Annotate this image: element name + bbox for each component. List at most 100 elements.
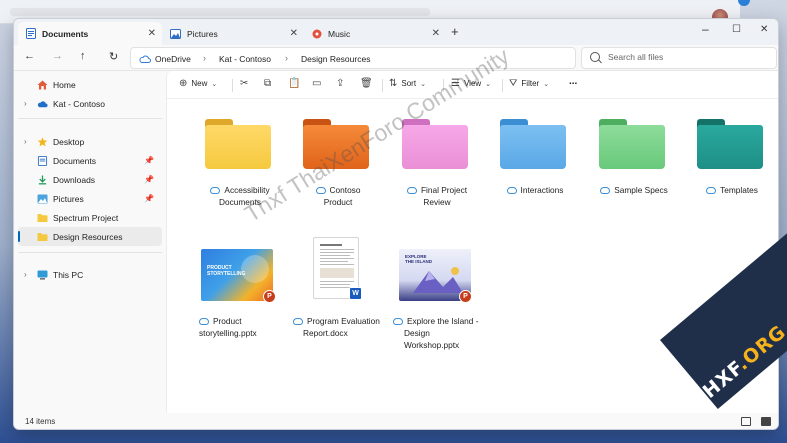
new-tab-icon[interactable]: + — [451, 24, 459, 39]
file-label[interactable]: Program Evaluation Report.docx — [285, 315, 395, 339]
more-options-button[interactable]: ... — [569, 76, 577, 87]
pin-icon[interactable]: 📌 — [144, 156, 154, 165]
folder-tile[interactable] — [402, 119, 468, 169]
close-tab-icon[interactable]: ✕ — [432, 28, 440, 39]
sidebar-item-kat-contoso[interactable]: › Kat - Contoso — [18, 94, 162, 113]
view-lines-icon: ☰ — [451, 78, 460, 89]
clipboard-icon: 📋 — [288, 78, 301, 89]
sidebar-item-documents[interactable]: Documents 📌 — [18, 151, 162, 170]
navigation-pane: Home › Kat - Contoso › Desktop Documents… — [14, 71, 166, 413]
word-icon: W — [349, 287, 362, 300]
chevron-right-icon[interactable]: › — [24, 137, 27, 146]
details-view-icon[interactable] — [741, 417, 751, 426]
rename-button[interactable]: ▭ — [312, 78, 321, 89]
search-input[interactable] — [608, 52, 768, 62]
refresh-icon[interactable]: ↻ — [109, 50, 118, 63]
close-tab-icon[interactable]: ✕ — [290, 28, 298, 39]
plus-circle-icon: ⊕ — [179, 78, 188, 89]
folder-body — [599, 125, 665, 169]
pictures-icon — [37, 194, 48, 203]
folder-tile[interactable] — [697, 119, 763, 169]
tab-documents[interactable]: Documents ✕ — [18, 22, 162, 45]
chevron-down-icon: ⌄ — [211, 80, 218, 88]
sidebar-item-spectrum-project[interactable]: Spectrum Project — [18, 208, 162, 227]
cloud-status-icon — [293, 318, 303, 325]
folder-label[interactable]: Sample Specs — [581, 184, 687, 196]
sidebar-item-this-pc[interactable]: › This PC — [18, 265, 162, 284]
tab-label: Documents — [42, 28, 89, 39]
sort-button[interactable]: ⇅ Sort ⌄ — [389, 78, 426, 89]
command-separator — [502, 79, 503, 92]
breadcrumb-kat-contoso[interactable]: Kat - Contoso — [219, 54, 271, 64]
folder-label[interactable]: Final Project Review — [384, 184, 490, 208]
breadcrumb-chevron-icon: › — [203, 53, 206, 63]
maximize-icon[interactable]: ☐ — [732, 24, 741, 35]
folder-label[interactable]: Templates — [679, 184, 778, 196]
tiles-view-icon[interactable] — [761, 417, 771, 426]
sidebar-item-design-resources[interactable]: Design Resources — [18, 227, 162, 246]
command-separator — [232, 79, 233, 92]
file-label[interactable]: Product storytelling.pptx — [187, 315, 287, 339]
cloud-status-icon — [706, 187, 717, 194]
breadcrumb-chevron-icon: › — [285, 53, 288, 63]
cloud-status-icon — [506, 187, 517, 194]
pin-icon[interactable]: 📌 — [144, 194, 154, 203]
search-icon — [590, 52, 600, 62]
file-thumbnail[interactable]: PRODUCT STORYTELLING — [201, 249, 273, 301]
close-window-icon[interactable]: ✕ — [760, 24, 768, 35]
cut-button[interactable]: ✂ — [240, 78, 248, 89]
sidebar-item-home[interactable]: Home — [18, 75, 162, 94]
folder-body — [500, 125, 566, 169]
breadcrumb-design-resources[interactable]: Design Resources — [301, 54, 370, 64]
delete-button[interactable]: 🗑 — [360, 78, 373, 89]
view-button[interactable]: ☰ View ⌄ — [451, 78, 491, 89]
trash-icon: 🗑 — [360, 78, 373, 89]
sidebar-item-pictures[interactable]: Pictures 📌 — [18, 189, 162, 208]
folder-label[interactable]: Contoso Product — [285, 184, 391, 208]
file-label[interactable]: Explore the Island - Design Workshop.pptx — [387, 315, 487, 351]
cloud-status-icon — [315, 187, 326, 194]
navigation-bar: ← → ↑ ↻ OneDrive › Kat - Contoso › Desig… — [14, 45, 778, 71]
tab-bar: Documents ✕ Pictures ✕ Music ✕ + – ☐ ✕ — [14, 19, 778, 45]
folder-tile[interactable] — [599, 119, 665, 169]
breadcrumb-onedrive[interactable]: OneDrive — [155, 54, 191, 64]
up-arrow-icon[interactable]: ↑ — [80, 50, 86, 62]
cloud-status-icon — [600, 187, 611, 194]
search-box[interactable] — [581, 47, 777, 69]
folder-tile[interactable] — [500, 119, 566, 169]
chevron-right-icon[interactable]: › — [24, 270, 27, 279]
pin-icon[interactable]: 📌 — [144, 175, 154, 184]
folder-label[interactable]: Interactions — [482, 184, 588, 196]
share-button[interactable]: ⇪ — [336, 78, 344, 89]
minimize-icon[interactable]: – — [702, 22, 709, 36]
back-arrow-icon[interactable]: ← — [24, 50, 35, 62]
tab-pictures[interactable]: Pictures ✕ — [162, 22, 304, 45]
folder-tile[interactable] — [205, 119, 271, 169]
close-tab-icon[interactable]: ✕ — [148, 28, 156, 39]
tab-label: Pictures — [187, 28, 218, 39]
sidebar-item-downloads[interactable]: Downloads 📌 — [18, 170, 162, 189]
chevron-down-icon: ⌄ — [420, 80, 426, 88]
cloud-status-icon — [406, 187, 417, 194]
scissors-icon: ✂ — [240, 78, 249, 89]
chevron-down-icon: ⌄ — [543, 80, 550, 88]
paste-button[interactable]: 📋 — [288, 78, 300, 89]
folder-icon — [37, 232, 48, 241]
pictures-icon — [170, 28, 181, 39]
music-icon — [312, 29, 322, 38]
sidebar-divider — [18, 118, 162, 119]
chevron-right-icon[interactable]: › — [24, 99, 27, 108]
forward-arrow-icon[interactable]: → — [52, 50, 63, 62]
address-bar[interactable]: OneDrive › Kat - Contoso › Design Resour… — [130, 47, 576, 69]
sidebar-item-desktop[interactable]: › Desktop — [18, 132, 162, 151]
onedrive-cloud-icon — [139, 55, 151, 63]
folder-tile[interactable] — [303, 119, 369, 169]
filter-button[interactable]: ⛛ Filter ⌄ — [509, 78, 549, 89]
home-icon — [37, 80, 48, 89]
item-count: 14 items — [25, 417, 56, 426]
folder-label[interactable]: Accessibility Documents — [187, 184, 293, 208]
tab-music[interactable]: Music ✕ — [304, 22, 446, 45]
onedrive-cloud-icon — [37, 100, 48, 107]
new-button[interactable]: ⊕ New ⌄ — [179, 78, 217, 89]
copy-button[interactable]: ⧉ — [264, 78, 271, 89]
